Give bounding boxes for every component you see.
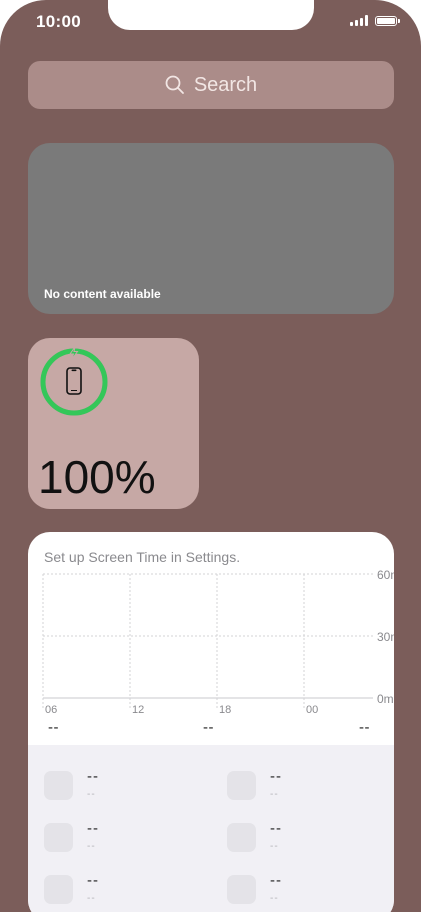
battery-percent: 100% <box>38 451 156 503</box>
summary-value-1: -- <box>48 719 59 736</box>
app-usage-item[interactable]: -- -- <box>44 763 214 803</box>
app-time: -- <box>87 841 96 852</box>
app-usage-item[interactable]: -- -- <box>44 815 214 855</box>
app-name: -- <box>270 872 282 889</box>
y-tick-30m: 30m <box>377 630 394 644</box>
app-time: -- <box>270 841 279 852</box>
app-usage-item[interactable]: -- -- <box>227 815 394 855</box>
app-name: -- <box>87 872 99 889</box>
app-time: -- <box>270 893 279 904</box>
search-icon <box>165 75 184 94</box>
app-icon-placeholder <box>44 875 73 904</box>
app-name: -- <box>270 768 282 785</box>
app-icon-placeholder <box>227 875 256 904</box>
status-time: 10:00 <box>36 12 81 31</box>
summary-value-2: -- <box>203 719 214 736</box>
app-name: -- <box>87 820 99 837</box>
app-icon-placeholder <box>227 771 256 800</box>
battery-widget[interactable]: 100% <box>28 338 199 509</box>
screen-time-chart: 60m 30m 0m 06 12 18 00 <box>42 568 394 716</box>
empty-widget[interactable]: No content available <box>28 143 394 314</box>
search-label: Search <box>193 73 258 96</box>
app-name: -- <box>270 820 282 837</box>
battery-icon <box>375 15 400 26</box>
phone-icon <box>66 367 82 395</box>
status-icons <box>350 15 400 26</box>
x-tick-00: 00 <box>306 704 318 716</box>
signal-icon <box>350 15 368 26</box>
app-icon-placeholder <box>44 771 73 800</box>
x-tick-12: 12 <box>132 704 144 716</box>
y-tick-60m: 60m <box>377 568 394 582</box>
home-screen: 10:00 Search No content available 100% S… <box>0 0 421 912</box>
x-tick-18: 18 <box>219 704 231 716</box>
app-time: -- <box>87 789 96 800</box>
battery-ring <box>40 346 108 416</box>
app-usage-list: -- -- -- -- -- -- -- -- -- -- -- -- <box>28 745 394 912</box>
app-icon-placeholder <box>44 823 73 852</box>
app-usage-item[interactable]: -- -- <box>44 867 214 907</box>
app-time: -- <box>270 789 279 800</box>
app-name: -- <box>87 768 99 785</box>
summary-value-3: -- <box>359 719 370 736</box>
no-content-message: No content available <box>44 287 161 301</box>
app-usage-item[interactable]: -- -- <box>227 867 394 907</box>
battery-level-arc <box>40 348 108 416</box>
app-usage-item[interactable]: -- -- <box>227 763 394 803</box>
search-bar[interactable]: Search <box>28 61 394 109</box>
screen-time-widget[interactable]: Set up Screen Time in Settings. 60m 30m … <box>28 532 394 912</box>
x-tick-06: 06 <box>45 704 57 716</box>
y-tick-0m: 0m <box>377 692 394 706</box>
app-icon-placeholder <box>227 823 256 852</box>
notch <box>108 0 314 30</box>
app-time: -- <box>87 893 96 904</box>
